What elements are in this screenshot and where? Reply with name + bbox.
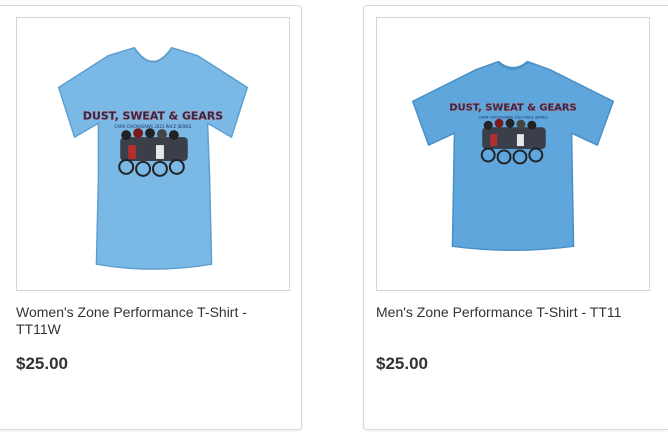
product-price: $25.00: [16, 354, 68, 373]
product-card[interactable]: DUST, SWEAT & GEARS CARA CHICKASAWS 2021…: [363, 5, 668, 430]
product-image[interactable]: DUST, SWEAT & GEARS CARA CHICKASAWS 2021…: [376, 17, 650, 291]
product-card[interactable]: DUST, SWEAT & GEARS CARA CHICKASAWS 2021…: [0, 5, 302, 430]
womens-tshirt-image: DUST, SWEAT & GEARS CARA CHICKASAWS 2021…: [57, 46, 249, 270]
product-title[interactable]: Women's Zone Performance T-Shirt - TT11W: [16, 304, 286, 338]
graphic-title: DUST, SWEAT & GEARS: [449, 102, 576, 113]
product-price: $25.00: [376, 354, 428, 373]
graphic-title: DUST, SWEAT & GEARS: [83, 109, 223, 122]
graphic-subtitle: CARA CHICKASAWS 2021 RACE SERIES: [115, 124, 192, 129]
product-title[interactable]: Men's Zone Performance T-Shirt - TT11: [376, 304, 646, 321]
graphic-subtitle: CARA CHICKASAWS 2021 RACE SERIES: [478, 115, 548, 119]
mens-tshirt-image: DUST, SWEAT & GEARS CARA CHICKASAWS 2021…: [411, 60, 615, 252]
product-image[interactable]: DUST, SWEAT & GEARS CARA CHICKASAWS 2021…: [16, 17, 290, 291]
